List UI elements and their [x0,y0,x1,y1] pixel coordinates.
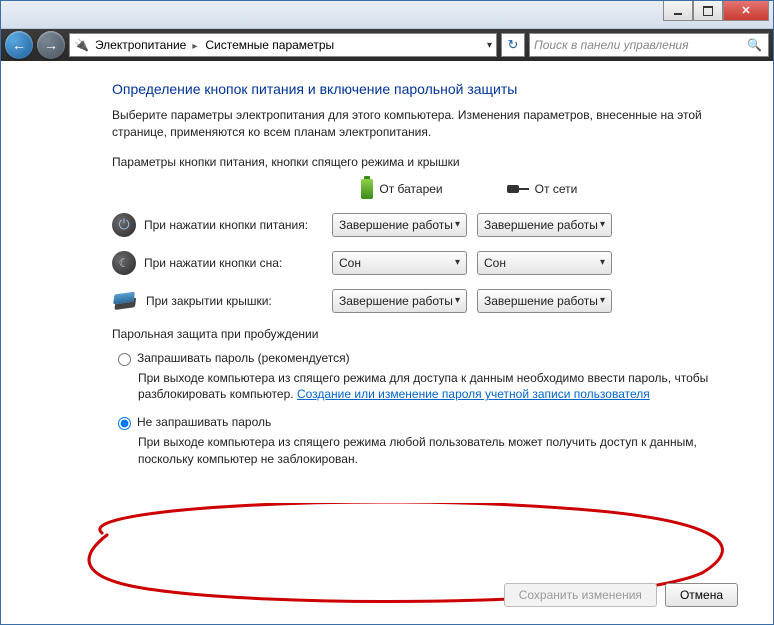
sleep-ac-dropdown[interactable]: Сон [477,251,612,275]
page-description: Выберите параметры электропитания для эт… [112,107,712,141]
radio-require-password-label: Запрашивать пароль (рекомендуется) [137,351,350,365]
navbar: ← → 🔌 Электропитание Системные параметры… [1,29,773,61]
radio-no-password-desc: При выходе компьютера из спящего режима … [138,434,712,468]
address-bar[interactable]: 🔌 Электропитание Системные параметры ▾ [69,33,497,57]
back-button[interactable]: ← [5,31,33,59]
footer-buttons: Сохранить изменения Отмена [504,583,738,607]
radio-no-password-input[interactable] [118,417,131,430]
sleep-battery-dropdown[interactable]: Сон [332,251,467,275]
maximize-button[interactable] [693,1,723,21]
minimize-button[interactable] [663,1,693,21]
plug-icon [507,183,529,195]
row-lid-close: При закрытии крышки: Завершение работы З… [112,289,712,313]
chevron-down-icon[interactable]: ▾ [487,40,492,51]
power-icon [112,213,136,237]
battery-icon [361,179,373,199]
row-lid-label: При закрытии крышки: [146,294,272,308]
sleep-icon [112,251,136,275]
radio-require-password-desc: При выходе компьютера из спящего режима … [138,370,712,404]
col-ac: От сети [472,179,612,199]
lid-icon [112,289,138,313]
row-power-button: При нажатии кнопки питания: Завершение р… [112,213,712,237]
row-power-label: При нажатии кнопки питания: [144,218,308,232]
lid-battery-dropdown[interactable]: Завершение работы [332,289,467,313]
power-ac-dropdown[interactable]: Завершение работы [477,213,612,237]
create-password-link[interactable]: Создание или изменение пароля учетной за… [297,387,650,401]
page-title: Определение кнопок питания и включение п… [112,81,712,97]
row-sleep-button: При нажатии кнопки сна: Сон Сон [112,251,712,275]
radio-no-password-label: Не запрашивать пароль [137,415,271,429]
power-battery-dropdown[interactable]: Завершение работы [332,213,467,237]
window-controls [663,1,769,21]
col-battery-label: От батареи [379,182,442,196]
col-battery: От батареи [332,179,472,199]
window: ← → 🔌 Электропитание Системные параметры… [0,0,774,625]
refresh-button[interactable]: ↻ [501,33,525,57]
section-password-header: Парольная защита при пробуждении [112,327,712,341]
section-buttons-header: Параметры кнопки питания, кнопки спящего… [112,155,712,169]
titlebar [1,1,773,29]
radio-no-password[interactable]: Не запрашивать пароль [118,415,712,430]
search-placeholder: Поиск в панели управления [534,38,689,52]
forward-button[interactable]: → [37,31,65,59]
save-button[interactable]: Сохранить изменения [504,583,657,607]
radio-require-password-input[interactable] [118,353,131,366]
plug-icon: 🔌 [74,38,89,52]
breadcrumb-seg-2[interactable]: Системные параметры [205,38,334,52]
radio-require-password[interactable]: Запрашивать пароль (рекомендуется) [118,351,712,366]
search-input[interactable]: Поиск в панели управления 🔍 [529,33,769,57]
close-button[interactable] [723,1,769,21]
lid-ac-dropdown[interactable]: Завершение работы [477,289,612,313]
content-pane: Определение кнопок питания и включение п… [2,63,772,623]
search-icon[interactable]: 🔍 [747,38,762,52]
breadcrumb-seg-1[interactable]: Электропитание [95,38,199,52]
cancel-button[interactable]: Отмена [665,583,738,607]
col-ac-label: От сети [535,182,578,196]
row-sleep-label: При нажатии кнопки сна: [144,256,282,270]
